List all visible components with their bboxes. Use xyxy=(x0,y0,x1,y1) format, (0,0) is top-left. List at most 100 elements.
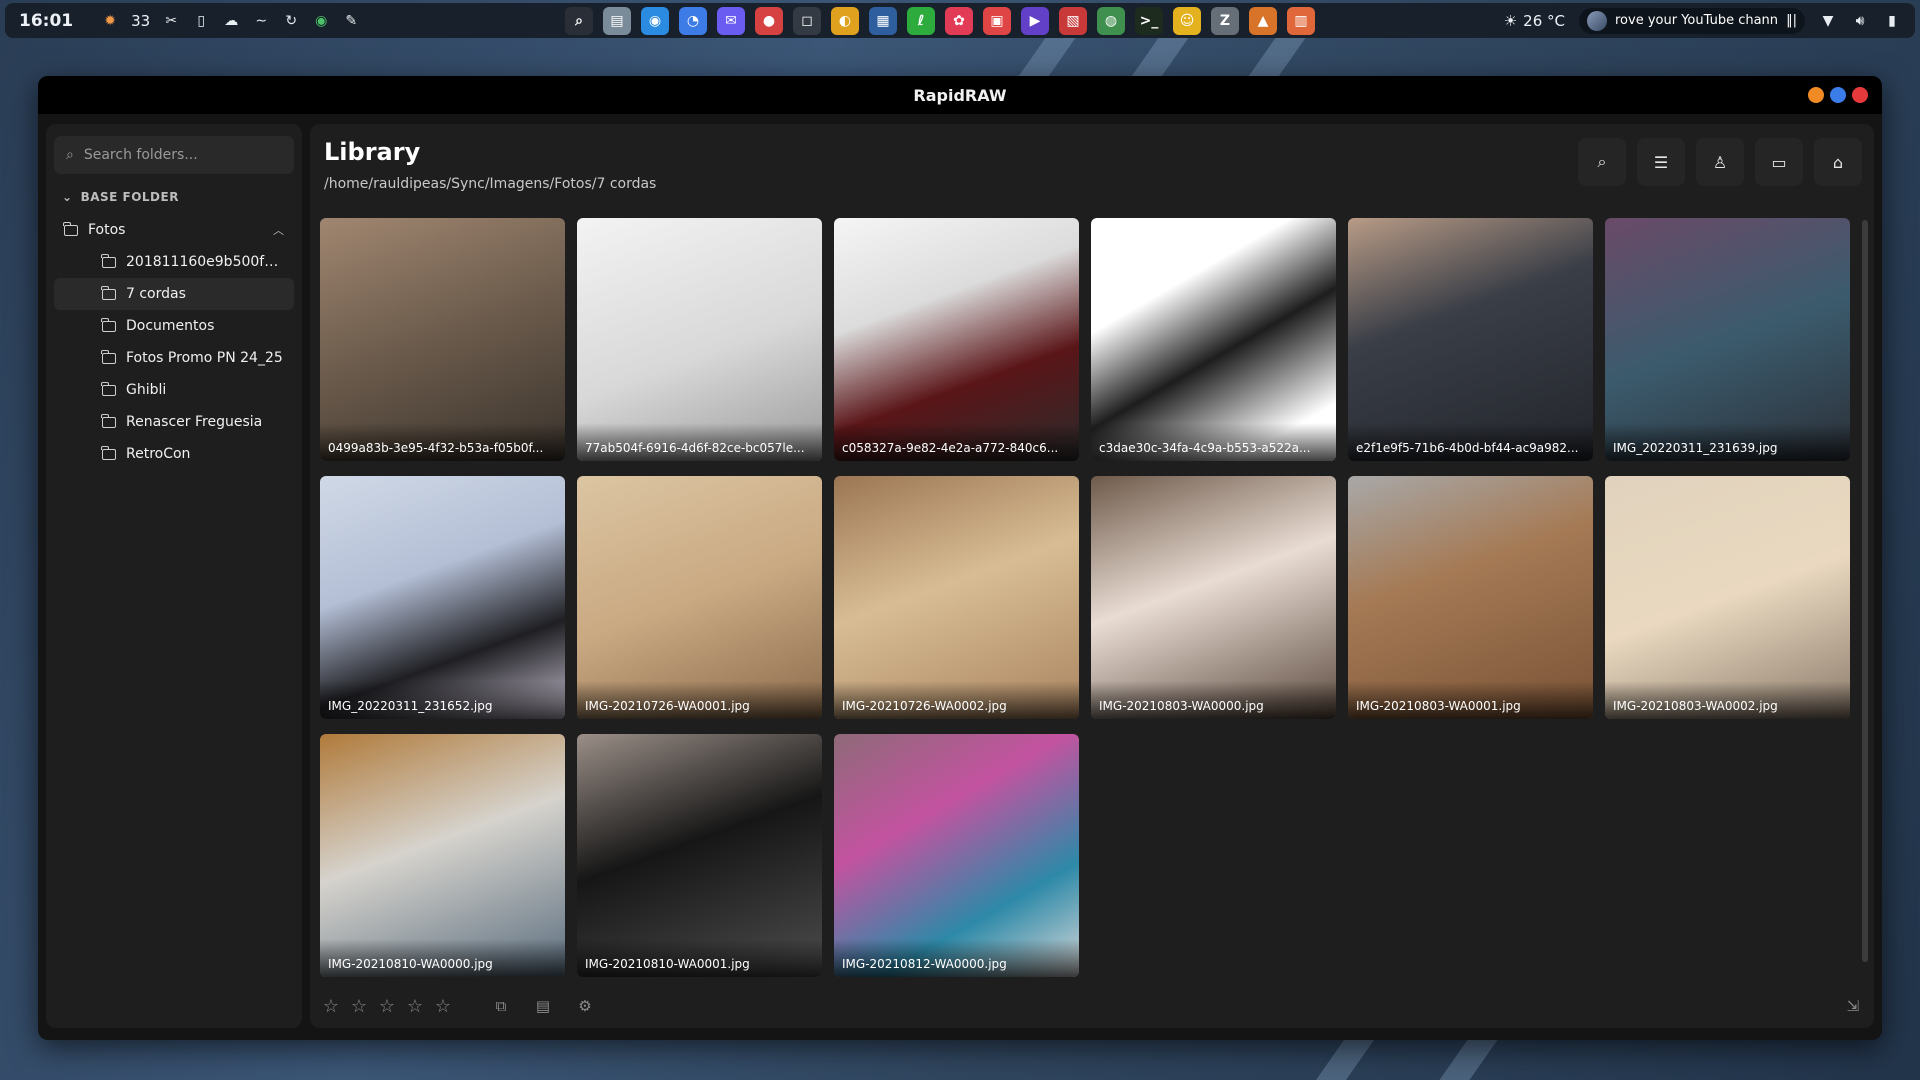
copy-icon[interactable]: ⧉ xyxy=(490,995,512,1017)
folder-item[interactable]: Ghibli xyxy=(54,374,294,406)
weather-widget[interactable]: ☀ 26 °C xyxy=(1504,12,1565,30)
image-caption: IMG-20210726-WA0001.jpg xyxy=(577,681,822,719)
image-filename: 0499a83b-3e95-4f32-b53a-f05b0f... xyxy=(328,441,544,455)
palette-app-icon[interactable]: ▦ xyxy=(869,6,897,35)
star-icon[interactable]: ☆ xyxy=(320,996,342,1017)
image-thumbnail[interactable]: IMG_20220311_231652.jpg xyxy=(320,476,565,719)
folder-item[interactable]: Renascer Freguesia xyxy=(54,406,294,438)
image-thumbnail[interactable]: IMG-20210812-WA0000.jpg xyxy=(834,734,1079,977)
image-filename: e2f1e9f5-71b6-4b0d-bf44-ac9a982... xyxy=(1356,441,1579,455)
chevron-down-icon: ⌄ xyxy=(62,190,73,204)
cloud-icon[interactable]: ☁ xyxy=(222,12,240,30)
bug-icon[interactable]: ✎ xyxy=(342,12,360,30)
wave-icon[interactable]: ∼ xyxy=(252,12,270,30)
alert-icon[interactable]: ✹ xyxy=(101,12,119,30)
image-thumbnail[interactable]: IMG-20210803-WA0001.jpg xyxy=(1348,476,1593,719)
zed-app-icon[interactable]: Z xyxy=(1211,6,1239,35)
photos-app-icon[interactable]: ▥ xyxy=(1287,6,1315,35)
image-grid: 0499a83b-3e95-4f32-b53a-f05b0f... 77ab504… xyxy=(320,218,1852,977)
sync-icon[interactable]: ↻ xyxy=(282,12,300,30)
messenger-app-icon[interactable]: ✉ xyxy=(717,6,745,35)
bottom-toolbar: ☆ ☆ ☆ ☆ ☆ ⧉ ▤ ⚙ ⇲ xyxy=(310,984,1874,1028)
image-filename: IMG_20220311_231652.jpg xyxy=(328,699,493,713)
library-panel: Library /home/rauldipeas/Sync/Imagens/Fo… xyxy=(310,124,1874,1028)
image-filename: c058327a-9e82-4e2a-a772-840c6... xyxy=(842,441,1059,455)
folder-icon xyxy=(101,253,116,268)
image-thumbnail[interactable]: IMG-20210726-WA0001.jpg xyxy=(577,476,822,719)
image-thumbnail[interactable]: c058327a-9e82-4e2a-a772-840c6... xyxy=(834,218,1079,461)
image-caption: 0499a83b-3e95-4f32-b53a-f05b0f... xyxy=(320,423,565,461)
vpn-app-icon[interactable]: ◍ xyxy=(1097,6,1125,35)
color-app-icon[interactable]: ✿ xyxy=(945,6,973,35)
weather-temp: 26 °C xyxy=(1523,11,1565,30)
image-thumbnail[interactable]: IMG-20210803-WA0002.jpg xyxy=(1605,476,1850,719)
folder-item[interactable]: Documentos xyxy=(54,310,294,342)
image-filename: IMG-20210726-WA0001.jpg xyxy=(585,699,750,713)
base-folder-toggle[interactable]: ⌄ BASE FOLDER xyxy=(54,190,294,204)
video-app-icon[interactable]: ▶ xyxy=(1021,6,1049,35)
tools-icon[interactable]: ✂ xyxy=(162,12,180,30)
folder-search-input[interactable] xyxy=(83,147,274,163)
chat-app-icon[interactable]: ● xyxy=(755,6,783,35)
paste-icon[interactable]: ▤ xyxy=(532,995,554,1017)
filter-button[interactable]: ☰ xyxy=(1637,138,1685,186)
vpn-icon[interactable]: ◉ xyxy=(312,12,330,30)
files-app-icon[interactable]: ▤ xyxy=(603,6,631,35)
people-button[interactable]: ♙ xyxy=(1696,138,1744,186)
firefox-app-icon[interactable]: ◔ xyxy=(679,6,707,35)
grid-scrollbar[interactable] xyxy=(1862,220,1868,962)
weather-sun-icon: ☀ xyxy=(1503,11,1518,30)
close-button[interactable] xyxy=(1852,87,1868,103)
search-app-icon[interactable]: ⌕ xyxy=(565,6,593,35)
image-thumbnail[interactable]: 77ab504f-6916-4d6f-82ce-bc057le... xyxy=(577,218,822,461)
star-icon[interactable]: ☆ xyxy=(404,996,426,1017)
terminal-app-icon[interactable]: >_ xyxy=(1135,6,1163,35)
folder-search[interactable]: ⌕ xyxy=(54,136,294,174)
folder-item[interactable]: RetroCon xyxy=(54,438,294,470)
search-button[interactable]: ⌕ xyxy=(1578,138,1626,186)
folder-root[interactable]: Fotos ︿ xyxy=(54,214,294,246)
star-icon[interactable]: ☆ xyxy=(348,996,370,1017)
wifi-icon[interactable]: ▼ xyxy=(1819,12,1837,30)
folder-item[interactable]: Fotos Promo PN 24_25 xyxy=(54,342,294,374)
rapidraw-app-icon[interactable]: ▲ xyxy=(1249,6,1277,35)
image-thumbnail[interactable]: IMG-20210726-WA0002.jpg xyxy=(834,476,1079,719)
settings-icon[interactable]: ⚙ xyxy=(574,995,596,1017)
browser-app-icon[interactable]: ◉ xyxy=(641,6,669,35)
media-player[interactable]: rove your YouTube chann ‖| xyxy=(1579,7,1805,34)
chevron-up-icon[interactable]: ︿ xyxy=(273,222,284,238)
notes-app-icon[interactable]: ◻ xyxy=(793,6,821,35)
image-thumbnail[interactable]: e2f1e9f5-71b6-4b0d-bf44-ac9a982... xyxy=(1348,218,1593,461)
image-thumbnail[interactable]: 0499a83b-3e95-4f32-b53a-f05b0f... xyxy=(320,218,565,461)
image-thumbnail[interactable]: IMG-20210803-WA0000.jpg xyxy=(1091,476,1336,719)
export-icon[interactable]: ⇲ xyxy=(1842,995,1864,1017)
image-filename: IMG-20210810-WA0000.jpg xyxy=(328,957,493,971)
star-icon[interactable]: ☆ xyxy=(432,996,454,1017)
minimize-button[interactable] xyxy=(1808,87,1824,103)
image-thumbnail[interactable]: c3dae30c-34fa-4c9a-b553-a522a... xyxy=(1091,218,1336,461)
folder-item[interactable]: 201811160e9b500f23f5... xyxy=(54,246,294,278)
folder-item[interactable]: 7 cordas xyxy=(54,278,294,310)
battery-icon[interactable]: ▮ xyxy=(1883,12,1901,30)
docs-app-icon[interactable]: ▧ xyxy=(1059,6,1087,35)
image-caption: IMG-20210803-WA0002.jpg xyxy=(1605,681,1850,719)
folder-sidebar: ⌕ ⌄ BASE FOLDER Fotos ︿ 201811160e9b500f… xyxy=(46,124,302,1028)
image-caption: IMG-20210803-WA0000.jpg xyxy=(1091,681,1336,719)
star-icon[interactable]: ☆ xyxy=(376,996,398,1017)
open-folder-button[interactable]: ▭ xyxy=(1755,138,1803,186)
image-thumbnail[interactable]: IMG-20210810-WA0000.jpg xyxy=(320,734,565,977)
volume-icon[interactable]: 🔊︎ xyxy=(1851,12,1869,30)
editor-app-icon[interactable]: ℓ xyxy=(907,6,935,35)
maximize-button[interactable] xyxy=(1830,87,1846,103)
phone-icon[interactable]: ▯ xyxy=(192,12,210,30)
image-thumbnail[interactable]: IMG_20220311_231639.jpg xyxy=(1605,218,1850,461)
tray-count[interactable]: 33 xyxy=(131,12,150,30)
image-filename: IMG-20210803-WA0000.jpg xyxy=(1099,699,1264,713)
titlebar[interactable]: RapidRAW xyxy=(38,76,1882,114)
chrome-app-icon[interactable]: ◐ xyxy=(831,6,859,35)
home-button[interactable]: ⌂ xyxy=(1814,138,1862,186)
tasks-app-icon[interactable]: ▣ xyxy=(983,6,1011,35)
image-thumbnail[interactable]: IMG-20210810-WA0001.jpg xyxy=(577,734,822,977)
emoji-app-icon[interactable]: ☺ xyxy=(1173,6,1201,35)
clock[interactable]: 16:01 xyxy=(19,11,73,31)
